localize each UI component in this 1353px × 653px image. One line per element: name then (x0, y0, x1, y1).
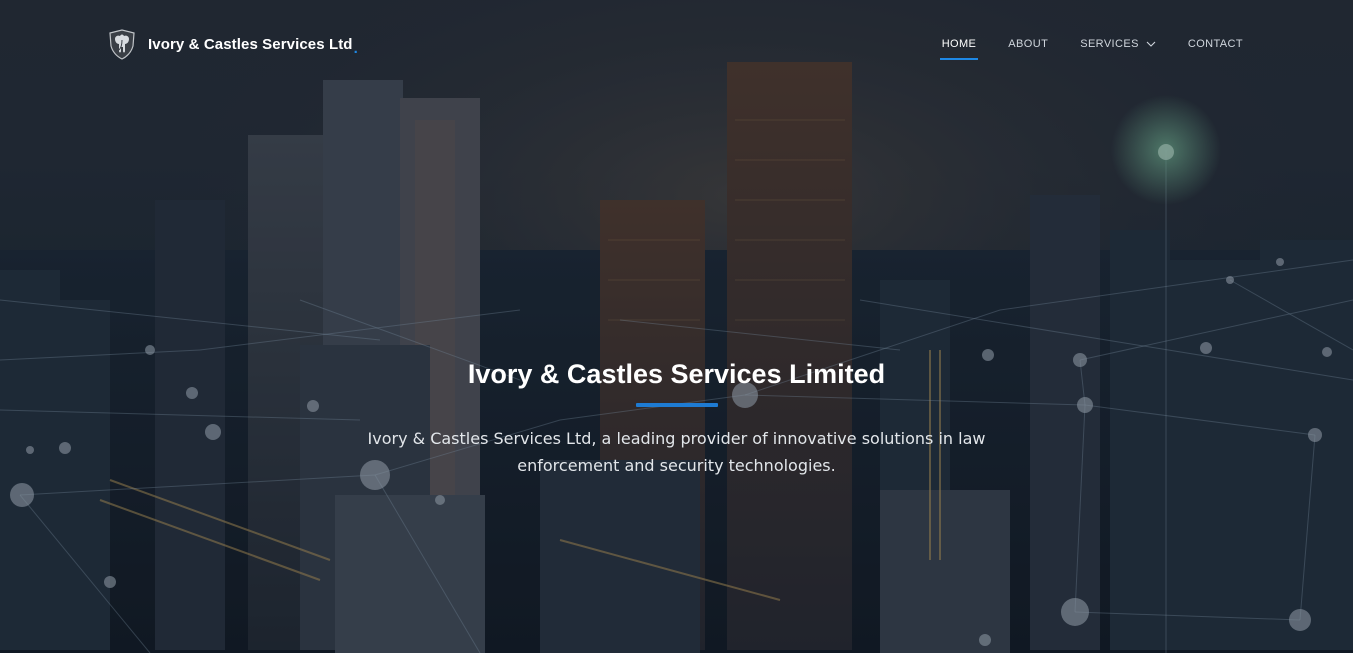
nav-item-home[interactable]: HOME (939, 30, 979, 60)
brand-name: Ivory & Castles Services Ltd (148, 35, 353, 53)
nav-active-indicator (939, 58, 979, 60)
nav-item-label: CONTACT (1187, 38, 1243, 50)
nav-item-contact[interactable]: CONTACT (1188, 30, 1243, 58)
brand-dot: . (353, 39, 358, 57)
elephant-shield-icon (109, 29, 135, 60)
brand-home-link[interactable]: Ivory & Castles Services Ltd. (106, 28, 358, 60)
nav-item-label: ABOUT (1008, 38, 1049, 50)
hero-overlay (0, 0, 1353, 653)
nav-item-about[interactable]: ABOUT (1008, 30, 1048, 58)
nav-item-label: HOME (941, 38, 977, 50)
hero-title: Ivory & Castles Services Limited (467, 359, 886, 389)
main-nav: HOME ABOUT SERVICES CONTACT (910, 30, 1243, 60)
hero-section: Ivory & Castles Services Ltd. HOME ABOUT… (0, 0, 1353, 653)
chevron-down-icon (1146, 41, 1156, 47)
title-accent-bar (635, 403, 718, 407)
site-header: Ivory & Castles Services Ltd. HOME ABOUT… (0, 0, 1353, 90)
hero-content: Ivory & Castles Services Limited Ivory &… (0, 355, 1353, 479)
nav-item-label: SERVICES (1080, 38, 1139, 50)
hero-subtitle: Ivory & Castles Services Ltd, a leading … (367, 429, 986, 475)
nav-item-services[interactable]: SERVICES (1080, 30, 1156, 58)
